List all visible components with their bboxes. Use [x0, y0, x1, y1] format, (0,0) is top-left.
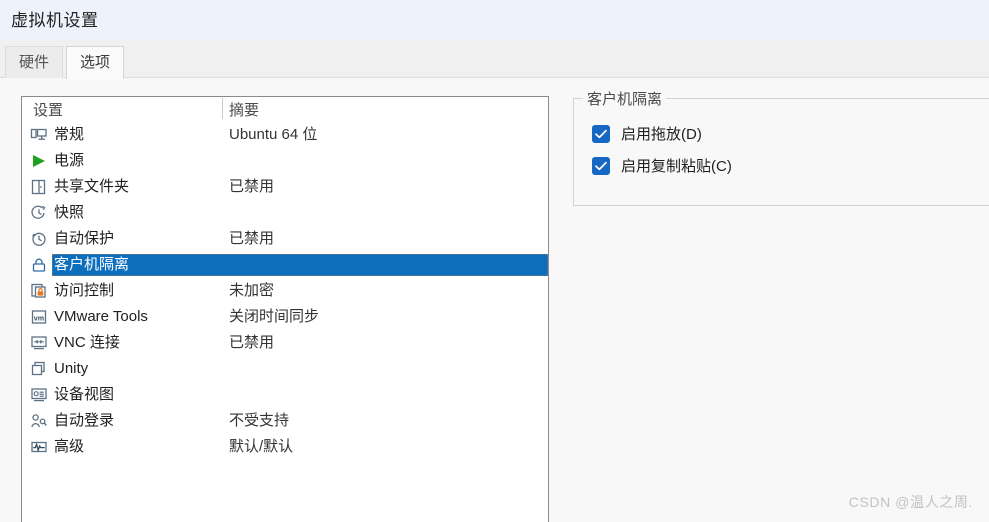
lock-icon [30, 256, 48, 274]
enable-copy-paste-checkbox[interactable] [592, 156, 610, 175]
list-item-summary: 默认/默认 [229, 438, 294, 455]
tab-strip: 硬件 选项 [0, 40, 989, 79]
guest-isolation-groupbox: 客户机隔离 启用拖放(D) 启用复制粘贴(C) [573, 88, 989, 206]
column-header-settings: 设置 [33, 102, 64, 119]
options-content-area: 设置 摘要 常规 Ubuntu 64 位 电源 共享文件夹 已禁用 快照 自动保… [0, 78, 989, 522]
list-item-summary: 不受支持 [229, 412, 290, 429]
list-item[interactable]: 访问控制 未加密 [22, 278, 548, 304]
list-item-label: VNC 连接 [54, 334, 120, 351]
device-view-icon [30, 386, 48, 404]
list-item-label: 共享文件夹 [54, 178, 130, 195]
settings-list-header: 设置 摘要 [22, 97, 548, 121]
column-header-summary: 摘要 [229, 102, 260, 119]
list-item-summary: 已禁用 [229, 230, 275, 247]
list-item[interactable]: 设备视图 [22, 382, 548, 408]
list-item-label: Unity [54, 360, 89, 377]
list-item-summary: 已禁用 [229, 178, 275, 195]
window-title-bar: 虚拟机设置 [0, 0, 989, 40]
list-item-summary: 未加密 [229, 282, 275, 299]
list-item-label: 电源 [54, 152, 85, 169]
enable-copy-paste-row[interactable]: 启用复制粘贴(C) [592, 155, 732, 176]
list-item[interactable]: 自动保护 已禁用 [22, 226, 548, 252]
auto-login-icon [30, 412, 48, 430]
shared-folder-icon [30, 178, 48, 196]
snapshot-clock-icon [30, 204, 48, 222]
settings-list-panel[interactable]: 设置 摘要 常规 Ubuntu 64 位 电源 共享文件夹 已禁用 快照 自动保… [21, 96, 549, 522]
list-item-label: VMware Tools [54, 308, 148, 325]
enable-drag-drop-checkbox[interactable] [592, 124, 610, 143]
list-item-label: 自动保护 [54, 230, 115, 247]
list-item-summary: 关闭时间同步 [229, 308, 320, 325]
list-item[interactable]: 电源 [22, 148, 548, 174]
list-item[interactable]: 共享文件夹 已禁用 [22, 174, 548, 200]
enable-drag-drop-row[interactable]: 启用拖放(D) [592, 123, 702, 144]
vmware-tools-icon: vm [30, 308, 48, 326]
advanced-wave-icon [30, 438, 48, 456]
list-item-label: 常规 [54, 126, 85, 143]
list-item[interactable]: 快照 [22, 200, 548, 226]
tab-options[interactable]: 选项 [66, 46, 125, 79]
access-control-icon [30, 282, 48, 300]
list-item-summary: Ubuntu 64 位 [229, 126, 318, 143]
autoprotect-clock-icon [30, 230, 48, 248]
list-item-summary: 已禁用 [229, 334, 275, 351]
list-item-label: 客户机隔离 [54, 256, 130, 273]
list-item[interactable]: 高级 默认/默认 [22, 434, 548, 460]
list-item[interactable]: vm VMware Tools 关闭时间同步 [22, 304, 548, 330]
list-item[interactable]: VNC 连接 已禁用 [22, 330, 548, 356]
watermark-text: CSDN @温人之周. [848, 494, 973, 510]
svg-text:vm: vm [34, 313, 44, 322]
list-item-label: 自动登录 [54, 412, 115, 429]
groupbox-title: 客户机隔离 [583, 88, 667, 109]
list-item-selected[interactable]: 客户机隔离 [22, 252, 548, 278]
list-item[interactable]: 自动登录 不受支持 [22, 408, 548, 434]
play-triangle-icon [30, 152, 48, 170]
monitor-icon [30, 126, 48, 144]
enable-copy-paste-label: 启用复制粘贴(C) [621, 158, 732, 175]
enable-drag-drop-label: 启用拖放(D) [621, 126, 702, 143]
page-title: 虚拟机设置 [11, 11, 99, 30]
list-item-label: 设备视图 [54, 386, 115, 403]
column-divider [222, 98, 223, 119]
list-item-label: 访问控制 [54, 282, 115, 299]
vnc-icon [30, 334, 48, 352]
list-item[interactable]: Unity [22, 356, 548, 382]
settings-rows: 常规 Ubuntu 64 位 电源 共享文件夹 已禁用 快照 自动保护 已禁用 … [22, 122, 548, 460]
list-item[interactable]: 常规 Ubuntu 64 位 [22, 122, 548, 148]
unity-icon [30, 360, 48, 378]
list-item-label: 高级 [54, 438, 85, 455]
tab-hardware[interactable]: 硬件 [5, 46, 64, 78]
list-item-label: 快照 [54, 204, 85, 221]
